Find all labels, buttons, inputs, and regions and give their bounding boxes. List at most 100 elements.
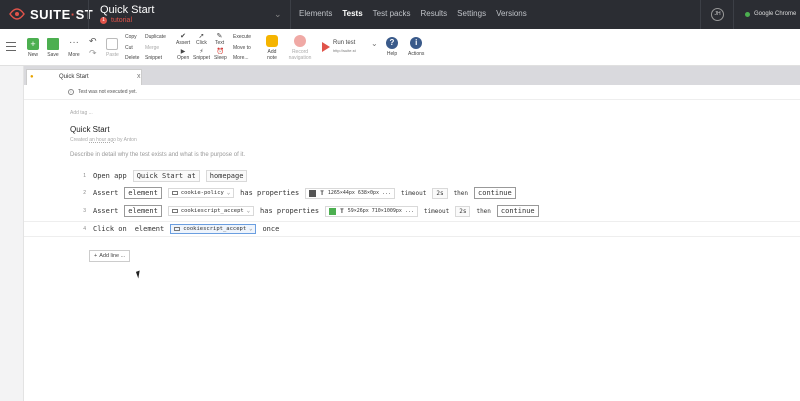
- text-icon: T: [340, 207, 344, 215]
- plus-icon: +: [94, 253, 98, 259]
- nav-results[interactable]: Results: [420, 9, 447, 18]
- run-test-button[interactable]: Run test http://suite.st: [322, 40, 356, 54]
- chevron-down-icon: ⌄: [246, 208, 251, 214]
- toolbar: + New Save ··· More ↶ ↷ Paste Copy Cut D…: [0, 29, 800, 66]
- nav-settings[interactable]: Settings: [457, 9, 486, 18]
- delete-button[interactable]: Delete: [125, 55, 139, 61]
- record-navigation-button[interactable]: Record navigation: [286, 35, 314, 61]
- app-target[interactable]: homepage: [205, 170, 248, 182]
- test-description[interactable]: Describe in detail why the test exists a…: [70, 152, 245, 158]
- help-icon: ?: [386, 37, 398, 49]
- tab-bar: ● Quick Start x: [24, 66, 800, 85]
- execute-button[interactable]: Execute: [233, 34, 251, 40]
- add-line-button[interactable]: + Add line ...: [89, 250, 131, 262]
- line-number: 2: [83, 190, 86, 196]
- snippet-insert-button[interactable]: ⚡ Snippet: [193, 48, 210, 61]
- properties-summary[interactable]: T 1265×44px 638×0px ...: [305, 187, 396, 199]
- logo-icon: [9, 8, 25, 20]
- text-icon: T: [320, 189, 324, 197]
- test-line[interactable]: 1 Open app Quick Start at homepage: [70, 169, 253, 183]
- test-title[interactable]: Quick Start: [70, 125, 110, 134]
- star-icon: ●: [30, 74, 34, 80]
- properties-summary[interactable]: T 59×26px 710×1009px ...: [325, 205, 418, 217]
- redo-icon[interactable]: ↷: [89, 48, 97, 59]
- logo[interactable]: SUITE·ST: [8, 6, 93, 22]
- run-url: http://suite.st: [333, 48, 356, 53]
- divider: [290, 0, 291, 29]
- test-line[interactable]: 4 Click on element cookiescript_accept ⌄ …: [70, 222, 285, 236]
- clipboard-icon: [106, 38, 119, 50]
- subject-type[interactable]: element: [135, 225, 165, 233]
- device-selector[interactable]: Google Chrome: [745, 11, 796, 17]
- move-to-button[interactable]: Move to: [233, 45, 251, 51]
- divider: [700, 0, 701, 29]
- timeout-value[interactable]: 2s: [432, 187, 448, 199]
- condition[interactable]: has properties: [240, 189, 299, 197]
- divider: [24, 99, 800, 100]
- element-selector[interactable]: cookiescript_accept ⌄: [167, 206, 255, 216]
- paste-button[interactable]: Paste: [106, 38, 119, 58]
- app-name[interactable]: Quick Start at: [132, 170, 200, 182]
- then-action[interactable]: continue: [474, 187, 516, 199]
- subject-type[interactable]: element: [124, 205, 162, 217]
- command-assert[interactable]: Assert: [93, 189, 118, 197]
- assert-button[interactable]: ✔ Assert: [176, 32, 190, 46]
- command-open-app[interactable]: Open app: [93, 172, 127, 180]
- nav-test-packs[interactable]: Test packs: [373, 9, 411, 18]
- subject-type[interactable]: element: [124, 187, 162, 199]
- actions-button[interactable]: i Actions: [408, 37, 424, 57]
- repeat-mode[interactable]: once: [262, 225, 279, 233]
- top-bar: SUITE·ST Quick Start 1 tutorial ⌄ Elemen…: [0, 0, 800, 29]
- avatar[interactable]: JH: [711, 8, 724, 21]
- add-note-button[interactable]: Add note: [264, 35, 280, 61]
- element-selector[interactable]: cookie-policy ⌄: [167, 188, 235, 198]
- command-click[interactable]: Click on: [93, 225, 127, 233]
- then-label: then: [476, 207, 491, 215]
- project-selector[interactable]: Quick Start 1 tutorial: [100, 4, 154, 24]
- timeout-label: timeout: [423, 207, 450, 215]
- menu-icon[interactable]: [6, 42, 16, 54]
- merge-button[interactable]: Merge: [145, 45, 159, 51]
- snippet-button[interactable]: Snippet: [145, 55, 162, 61]
- info-icon: i: [68, 89, 74, 95]
- save-button[interactable]: Save: [47, 38, 59, 58]
- nav-tests[interactable]: Tests: [342, 9, 362, 18]
- nav-versions[interactable]: Versions: [496, 9, 527, 18]
- chevron-down-icon: ⌄: [226, 190, 231, 196]
- duplicate-button[interactable]: Duplicate: [145, 34, 166, 40]
- cursor-icon: ➚: [198, 33, 205, 40]
- element-selector[interactable]: cookiescript_accept ⌄: [170, 224, 257, 234]
- device-label: Google Chrome: [754, 11, 797, 17]
- tab-quick-start[interactable]: ● Quick Start x: [26, 69, 142, 85]
- test-line[interactable]: 2 Assert element cookie-policy ⌄ has prop…: [70, 186, 522, 200]
- more-button[interactable]: ··· More: [68, 38, 80, 59]
- chevron-down-icon[interactable]: ⌄: [274, 9, 282, 20]
- then-action[interactable]: continue: [496, 205, 539, 217]
- then-label: then: [453, 189, 469, 197]
- note-icon: [266, 35, 278, 47]
- timeout-value[interactable]: 2s: [455, 205, 471, 217]
- close-icon[interactable]: x: [137, 73, 141, 80]
- sleep-button[interactable]: ⏰ Sleep: [214, 48, 227, 61]
- play-icon: ▶: [180, 49, 186, 55]
- condition[interactable]: has properties: [260, 207, 319, 215]
- add-tag-input[interactable]: Add tag ...: [70, 110, 93, 116]
- clock-icon: ⏰: [216, 49, 225, 55]
- new-button[interactable]: + New: [27, 38, 39, 58]
- copy-button[interactable]: Copy: [125, 34, 137, 40]
- open-button[interactable]: ▶ Open: [177, 48, 189, 61]
- text-button[interactable]: ✎ Text: [215, 32, 224, 46]
- more-actions-button[interactable]: More...: [233, 55, 249, 61]
- test-line[interactable]: 3 Assert element cookiescript_accept ⌄ ha…: [70, 204, 545, 218]
- command-assert[interactable]: Assert: [93, 207, 118, 215]
- chevron-down-icon[interactable]: ⌄: [371, 39, 378, 48]
- divider: [88, 0, 89, 29]
- help-button[interactable]: ? Help: [386, 37, 398, 57]
- info-icon: i: [410, 37, 423, 49]
- line-number: 3: [83, 208, 86, 214]
- test-editor: i Test was not executed yet. Add tag ...…: [24, 85, 800, 401]
- cut-button[interactable]: Cut: [125, 45, 133, 51]
- nav-elements[interactable]: Elements: [299, 9, 332, 18]
- undo-icon[interactable]: ↶: [89, 36, 97, 47]
- click-button[interactable]: ➚ Click: [196, 32, 207, 46]
